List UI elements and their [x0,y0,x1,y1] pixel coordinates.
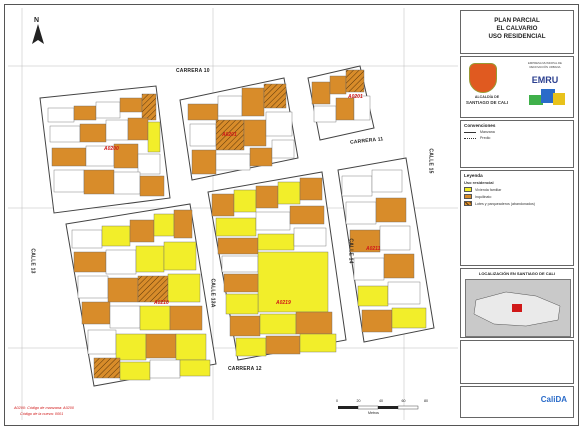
scale-tick: 60 [401,399,406,403]
street-label-calle14: CALLE 14 [347,238,354,264]
convention-item: Predio [464,136,570,140]
legend-subheading: Uso residencial [464,180,494,185]
footer-block: CaliDA [460,386,574,418]
block-code-label: A0200 [104,146,119,152]
location-map [465,279,571,337]
notes-block [460,340,574,384]
street-label-calle15: CALLE 15 [427,148,434,174]
street-label-calle13a: CALLE 13A [209,278,216,308]
parcel-map: N [8,8,458,420]
map-footnote: Código de la nueva: 0001 [20,412,64,416]
alcaldia-label: ALCALDÍA DE [474,95,500,99]
title-block: PLAN PARCIAL EL CALVARIO USO RESIDENCIAL [460,10,574,54]
cali-shield-icon [469,63,497,93]
emru-subtitle: EMPRESA MUNICIPAL DE RENOVACIÓN URBANA [528,61,562,69]
scale-tick: 40 [379,399,383,403]
emru-logo: EMRU [531,75,559,85]
map-footnote: A0200: Código de manzana: A0200 [14,406,75,410]
legend-item: Vivienda familiar [464,187,570,192]
legend-label: Lotes y parqueaderos (abandonados) [475,201,535,206]
legend-item: Inquilinato [464,194,570,199]
alcaldia-label: SANTIAGO DE CALI [466,100,508,105]
block-top-right [307,65,375,141]
scale-tick: 80 [424,399,428,403]
convention-label: Manzana [480,130,495,134]
scale-unit: Metros [368,411,379,415]
location-heading: LOCALIZACIÓN EN SANTIAGO DE CALI [478,271,556,276]
block-code-label: A0211 [366,246,381,252]
legend-label: Inquilinato [475,194,492,199]
block-code-label: A0219 [276,300,291,306]
legend-swatch [464,187,472,192]
block-code-label: A0210 [154,300,169,306]
emru-graphic-icon [529,89,565,107]
conventions-block: Convenciones Manzana Predio [460,120,574,168]
calida-logo: CaliDA [540,395,567,404]
notes-text [464,344,570,348]
legend-block: Leyenda Uso residencial Vivienda familia… [460,170,574,266]
scale-tick: 20 [356,399,361,403]
title-line-3: USO RESIDENCIAL [488,33,546,40]
svg-text:N: N [34,17,39,24]
street-label-carrera12: CARRERA 12 [228,366,262,372]
street-label-carrera10: CARRERA 10 [176,68,210,74]
legend-item: Lotes y parqueaderos (abandonados) [464,201,570,206]
scale-tick: 0 [336,399,338,403]
legend-swatch [464,194,472,199]
scale-bar [338,405,419,410]
block-code-label: A0201 [222,132,237,138]
location-marker [512,304,522,312]
convention-label: Predio [480,136,491,140]
map-sidebar: PLAN PARCIAL EL CALVARIO USO RESIDENCIAL… [458,8,576,420]
legend-heading: Leyenda [464,173,483,178]
block-code-label: A0201 [348,94,363,100]
street-label-calle13: CALLE 13 [29,248,36,274]
title-line-1: PLAN PARCIAL [494,17,540,24]
convention-item: Manzana [464,130,570,134]
map-area: N CARRERA 10 CARRERA 11 CARRERA 12 CALLE… [8,8,458,420]
location-block: LOCALIZACIÓN EN SANTIAGO DE CALI [460,268,574,338]
title-line-2: EL CALVARIO [496,25,538,32]
legend-swatch [464,201,472,206]
logos-block: ALCALDÍA DE SANTIAGO DE CALI EMPRESA MUN… [460,56,574,118]
scale-bar-ticks: 0 20 40 60 80 [336,399,428,403]
legend-label: Vivienda familiar [475,187,502,192]
conventions-heading: Convenciones [464,123,496,128]
